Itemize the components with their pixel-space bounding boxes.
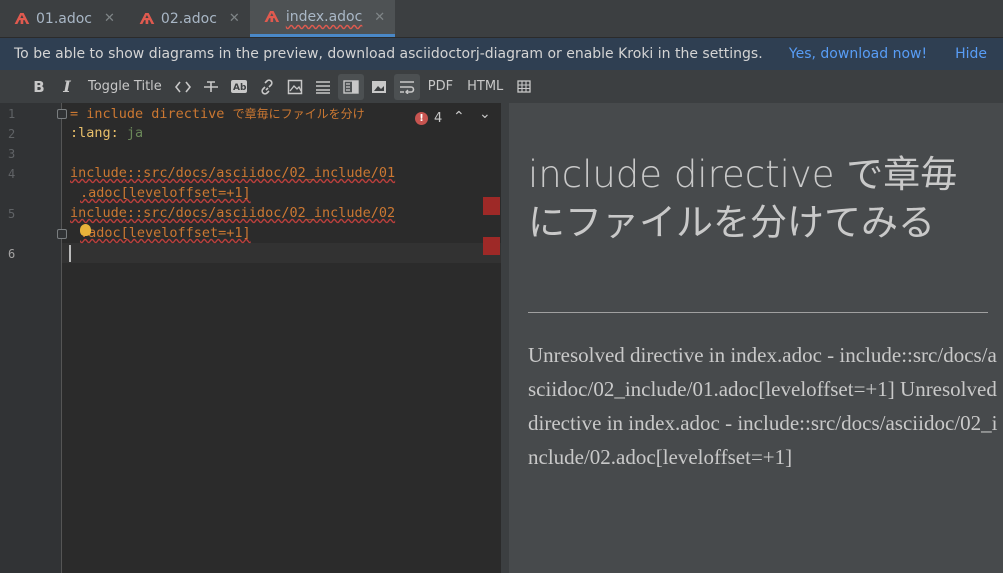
tab-02-adoc[interactable]: Ѧ 02.adoc ✕: [125, 0, 250, 37]
code-line-5: include::src/docs/asciidoc/02_include/02: [70, 205, 395, 221]
splitter[interactable]: [501, 103, 509, 573]
error-count: 4: [434, 111, 443, 126]
tab-label: 01.adoc: [36, 10, 92, 27]
asciidoc-icon: Ѧ: [14, 9, 30, 28]
heading-jp-text: で章毎にファイルを分け: [232, 107, 365, 121]
close-icon[interactable]: ✕: [229, 11, 240, 26]
error-stripe-marker[interactable]: [483, 197, 500, 215]
code-line-4: include::src/docs/asciidoc/02_include/01: [70, 165, 395, 181]
heading-text: = include directive: [70, 106, 233, 122]
include-directive: include::src/docs/asciidoc/02_include/02: [70, 205, 396, 221]
close-icon[interactable]: ✕: [104, 11, 115, 26]
tab-label: index.adoc: [285, 9, 363, 25]
error-icon: !: [415, 112, 428, 125]
editor-and-preview-icon[interactable]: [337, 73, 364, 100]
editor-tabs: Ѧ 01.adoc ✕ Ѧ 02.adoc ✕ Ѧ index.adoc ✕: [0, 0, 1003, 38]
preview-body: Unresolved directive in index.adoc - inc…: [528, 343, 998, 469]
fold-marker-icon[interactable]: [57, 109, 67, 119]
previous-error-icon[interactable]: ⌃: [453, 109, 465, 125]
tab-label: 02.adoc: [160, 10, 217, 27]
preview-only-icon[interactable]: [366, 74, 392, 100]
line-number: 4: [8, 167, 16, 181]
attribute-name: :lang:: [70, 125, 119, 141]
notification-message: To be able to show diagrams in the previ…: [14, 46, 763, 62]
highlight-icon[interactable]: Ab: [226, 74, 252, 100]
soft-wrap-icon[interactable]: [393, 73, 420, 100]
italic-button[interactable]: I: [54, 74, 80, 100]
close-icon[interactable]: ✕: [374, 10, 385, 25]
line-number: 2: [8, 127, 16, 141]
link-icon[interactable]: [254, 74, 280, 100]
attribute-value: ja: [118, 125, 144, 141]
image-icon[interactable]: [282, 74, 308, 100]
line-number: 5: [8, 207, 16, 221]
include-directive: .adoc[leveloffset=+1]: [80, 185, 251, 201]
code-line-1: = include directive で章毎にファイルを分け: [70, 105, 365, 122]
diagram-notification: To be able to show diagrams in the previ…: [0, 38, 1003, 70]
asciidoc-preview: include directive で章毎にファイルを分けてみる Unresol…: [509, 103, 1003, 573]
html-button[interactable]: HTML: [461, 74, 509, 100]
strikethrough-icon[interactable]: [198, 74, 224, 100]
text-caret: [69, 245, 71, 262]
tab-01-adoc[interactable]: Ѧ 01.adoc ✕: [0, 0, 125, 37]
line-number: 3: [8, 147, 16, 161]
download-now-link[interactable]: Yes, download now!: [789, 46, 927, 62]
line-number: 6: [8, 247, 16, 261]
code-line-2: :lang: ja: [70, 125, 143, 141]
preview-title: include directive で章毎にファイルを分けてみる: [528, 153, 958, 244]
tab-index-adoc[interactable]: Ѧ index.adoc ✕: [249, 0, 396, 37]
include-directive: include::src/docs/asciidoc/02_include/01: [70, 165, 396, 181]
pdf-button[interactable]: PDF: [422, 74, 459, 100]
code-icon[interactable]: [170, 74, 196, 100]
asciidoc-icon: Ѧ: [139, 9, 155, 28]
line-number: 1: [8, 107, 16, 121]
include-directive: .adoc[leveloffset=+1]: [80, 225, 251, 241]
code-line-5-wrap: .adoc[leveloffset=+1]: [80, 225, 251, 241]
error-indicator[interactable]: ! 4: [415, 111, 442, 126]
fold-marker-icon[interactable]: [57, 229, 67, 239]
toggle-title-button[interactable]: Toggle Title: [82, 74, 168, 100]
lightbulb-icon[interactable]: [80, 224, 91, 236]
hide-link[interactable]: Hide: [955, 46, 987, 62]
align-icon[interactable]: [310, 74, 336, 100]
text-editor[interactable]: 1 2 3 4 5 6 = include directive で章毎にファイル…: [0, 103, 501, 573]
bold-button[interactable]: B: [26, 74, 52, 100]
next-error-icon[interactable]: ⌄: [479, 106, 491, 122]
table-icon[interactable]: [511, 74, 537, 100]
current-line-highlight: [62, 243, 501, 263]
code-line-4-wrap: .adoc[leveloffset=+1]: [80, 185, 251, 201]
svg-text:Ab: Ab: [233, 83, 247, 93]
asciidoc-toolbar: B I Toggle Title Ab PDF HTML: [0, 70, 1003, 103]
error-stripe-marker[interactable]: [483, 237, 500, 255]
asciidoc-icon: Ѧ: [264, 8, 280, 26]
title-divider: [528, 312, 988, 313]
